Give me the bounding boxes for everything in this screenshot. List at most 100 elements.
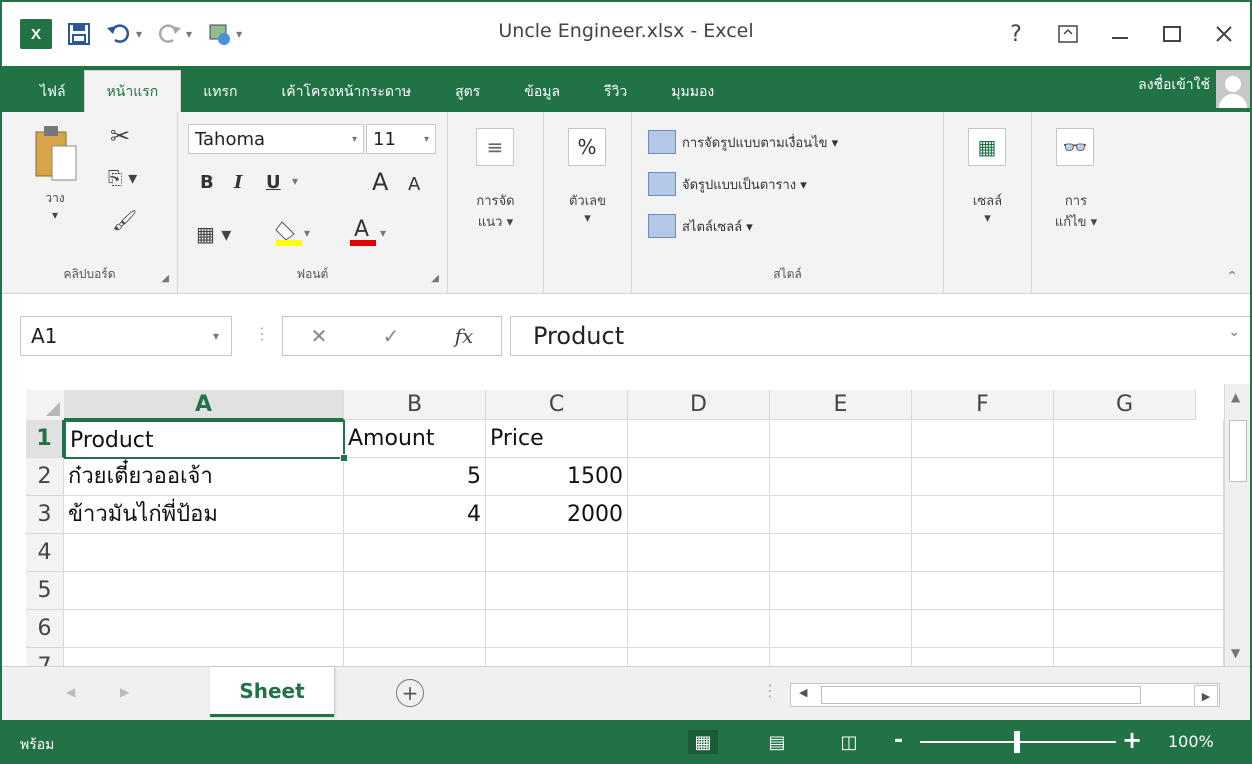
column-header-d[interactable]: D bbox=[628, 390, 770, 420]
clipboard-launcher-icon[interactable]: ◢ bbox=[161, 273, 169, 284]
cell-empty[interactable] bbox=[344, 648, 486, 666]
cell-a2[interactable]: ก๋วยเตี๋ยวออเจ้า bbox=[64, 458, 344, 496]
cell-empty[interactable] bbox=[1054, 534, 1224, 572]
column-header-a[interactable]: A bbox=[64, 390, 344, 420]
cell-empty[interactable] bbox=[912, 496, 1054, 534]
cell-empty[interactable] bbox=[344, 534, 486, 572]
fill-color-dropdown-icon[interactable]: ▾ bbox=[304, 226, 310, 240]
cell-empty[interactable] bbox=[628, 610, 770, 648]
cells-icon[interactable]: ▦ bbox=[968, 128, 1006, 166]
cell-empty[interactable] bbox=[64, 610, 344, 648]
cell-empty[interactable] bbox=[486, 534, 628, 572]
font-launcher-icon[interactable]: ◢ bbox=[431, 273, 439, 284]
alignment-button[interactable]: การจัด แนว ▾ bbox=[448, 190, 543, 232]
sign-in-link[interactable]: ลงชื่อเข้าใช้ bbox=[1138, 74, 1210, 96]
cell-empty[interactable] bbox=[1054, 572, 1224, 610]
find-binoculars-icon[interactable]: 👓 bbox=[1056, 128, 1094, 166]
tab-split-grip[interactable]: ⋮ bbox=[762, 681, 778, 700]
cell-empty[interactable] bbox=[770, 572, 912, 610]
cell-empty[interactable] bbox=[770, 648, 912, 666]
cell-empty[interactable] bbox=[1054, 458, 1224, 496]
add-sheet-button[interactable]: + bbox=[396, 679, 424, 707]
cell-empty[interactable] bbox=[344, 572, 486, 610]
cell-c2[interactable]: 1500 bbox=[486, 458, 628, 496]
column-header-c[interactable]: C bbox=[486, 390, 628, 420]
horizontal-scroll-thumb[interactable] bbox=[821, 686, 1141, 704]
page-layout-view-icon[interactable]: ▤ bbox=[762, 730, 792, 754]
number-button[interactable]: ตัวเลข ▾ bbox=[544, 190, 631, 226]
cell-empty[interactable] bbox=[1054, 420, 1224, 458]
tab-file[interactable]: ไฟล์ bbox=[2, 72, 84, 112]
zoom-out-button[interactable]: - bbox=[894, 728, 903, 753]
scroll-up-icon[interactable]: ▲ bbox=[1231, 390, 1240, 404]
cell-empty[interactable] bbox=[770, 496, 912, 534]
tab-formulas[interactable]: สูตร bbox=[433, 72, 502, 112]
cell-empty[interactable] bbox=[628, 648, 770, 666]
cell-empty[interactable] bbox=[912, 610, 1054, 648]
percent-icon[interactable]: % bbox=[568, 128, 606, 166]
next-sheet-icon[interactable]: ▶ bbox=[120, 685, 129, 699]
insert-function-icon[interactable]: fx bbox=[455, 324, 474, 348]
underline-button[interactable]: U bbox=[266, 172, 281, 193]
cell-b3[interactable]: 4 bbox=[344, 496, 486, 534]
cell-empty[interactable] bbox=[344, 610, 486, 648]
collapse-ribbon-icon[interactable]: ⌃ bbox=[1226, 269, 1238, 285]
enter-icon[interactable]: ✓ bbox=[383, 324, 400, 348]
format-painter-icon[interactable]: 🖌 bbox=[112, 208, 137, 232]
sheet-tab[interactable]: Sheet bbox=[210, 667, 334, 717]
bold-button[interactable]: B bbox=[200, 172, 214, 193]
zoom-in-button[interactable]: + bbox=[1122, 726, 1142, 754]
row-header-7[interactable]: 7 bbox=[26, 648, 64, 666]
cell-b2[interactable]: 5 bbox=[344, 458, 486, 496]
column-header-e[interactable]: E bbox=[770, 390, 912, 420]
cell-empty[interactable] bbox=[64, 534, 344, 572]
formula-bar-grip[interactable]: ⋮ bbox=[254, 324, 270, 343]
scroll-right-icon[interactable]: ▶ bbox=[1194, 685, 1218, 707]
cell-empty[interactable] bbox=[628, 420, 770, 458]
cell-empty[interactable] bbox=[64, 648, 344, 666]
zoom-slider-thumb[interactable] bbox=[1014, 731, 1020, 753]
normal-view-icon[interactable]: ▦ bbox=[688, 730, 718, 754]
name-box[interactable]: A1 ▾ bbox=[20, 316, 232, 356]
cell-empty[interactable] bbox=[1054, 496, 1224, 534]
cell-empty[interactable] bbox=[912, 648, 1054, 666]
close-icon[interactable] bbox=[1198, 14, 1250, 54]
tab-view[interactable]: มุมมอง bbox=[649, 72, 736, 112]
cells-button[interactable]: เซลล์ ▾ bbox=[944, 190, 1031, 226]
save-icon[interactable] bbox=[66, 21, 92, 47]
editing-button[interactable]: การ แก้ไข ▾ bbox=[1032, 190, 1120, 232]
cell-empty[interactable] bbox=[912, 534, 1054, 572]
cell-c3[interactable]: 2000 bbox=[486, 496, 628, 534]
scroll-left-icon[interactable]: ◀ bbox=[799, 686, 807, 699]
cell-empty[interactable] bbox=[1054, 648, 1224, 666]
column-header-g[interactable]: G bbox=[1054, 390, 1196, 420]
cell-empty[interactable] bbox=[912, 572, 1054, 610]
help-button[interactable]: ? bbox=[990, 14, 1042, 54]
cell-empty[interactable] bbox=[770, 534, 912, 572]
grow-font-button[interactable]: A bbox=[372, 168, 388, 196]
redo-dropdown-icon[interactable]: ▾ bbox=[186, 27, 192, 41]
borders-icon[interactable]: ▦ ▾ bbox=[196, 222, 231, 246]
redo-icon[interactable] bbox=[156, 21, 182, 47]
font-size-field[interactable]: 11 ▾ bbox=[366, 124, 436, 154]
cell-a1[interactable]: Product bbox=[64, 420, 345, 459]
cell-empty[interactable] bbox=[486, 610, 628, 648]
cell-empty[interactable] bbox=[770, 420, 912, 458]
shrink-font-button[interactable]: A bbox=[408, 174, 420, 195]
cell-c1[interactable]: Price bbox=[486, 420, 628, 458]
undo-icon[interactable] bbox=[106, 21, 132, 47]
excel-logo-icon[interactable]: X bbox=[20, 19, 52, 49]
underline-dropdown-icon[interactable]: ▾ bbox=[292, 174, 298, 188]
undo-dropdown-icon[interactable]: ▾ bbox=[136, 27, 142, 41]
formula-input[interactable]: Product bbox=[510, 316, 1250, 356]
touch-mode-icon[interactable] bbox=[206, 21, 232, 47]
column-header-f[interactable]: F bbox=[912, 390, 1054, 420]
row-header-4[interactable]: 4 bbox=[26, 534, 64, 572]
row-header-6[interactable]: 6 bbox=[26, 610, 64, 648]
conditional-formatting-button[interactable]: การจัดรูปแบบตามเงื่อนไข ▾ bbox=[648, 130, 838, 154]
cell-a3[interactable]: ข้าวมันไก่พี่ป้อม bbox=[64, 496, 344, 534]
cancel-icon[interactable]: ✕ bbox=[311, 324, 328, 348]
column-header-b[interactable]: B bbox=[344, 390, 486, 420]
vertical-scroll-thumb[interactable] bbox=[1229, 420, 1247, 482]
copy-icon[interactable]: ⎘ ▾ bbox=[108, 168, 137, 189]
